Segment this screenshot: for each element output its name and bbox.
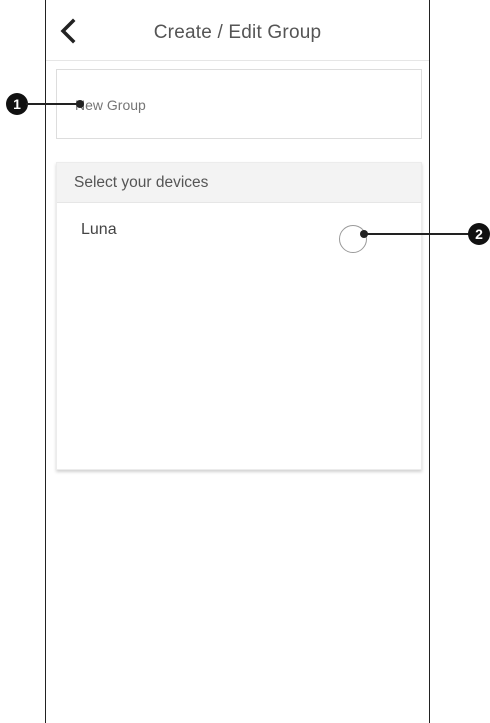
device-section-title: Select your devices xyxy=(57,163,421,203)
device-selection-card: Select your devices Luna xyxy=(56,162,422,470)
phone-screen: Create / Edit Group Select your devices … xyxy=(45,0,430,723)
callout-line-1 xyxy=(26,103,78,105)
page-title: Create / Edit Group xyxy=(153,22,322,43)
app-header: Create / Edit Group xyxy=(46,0,429,61)
callout-dot-1 xyxy=(76,100,84,108)
callout-badge-1: 1 xyxy=(6,93,28,115)
group-name-input[interactable] xyxy=(75,94,395,116)
callout-line-2 xyxy=(364,233,470,235)
device-name: Luna xyxy=(81,221,117,238)
group-name-card xyxy=(56,69,422,139)
callout-badge-2: 2 xyxy=(468,223,490,245)
